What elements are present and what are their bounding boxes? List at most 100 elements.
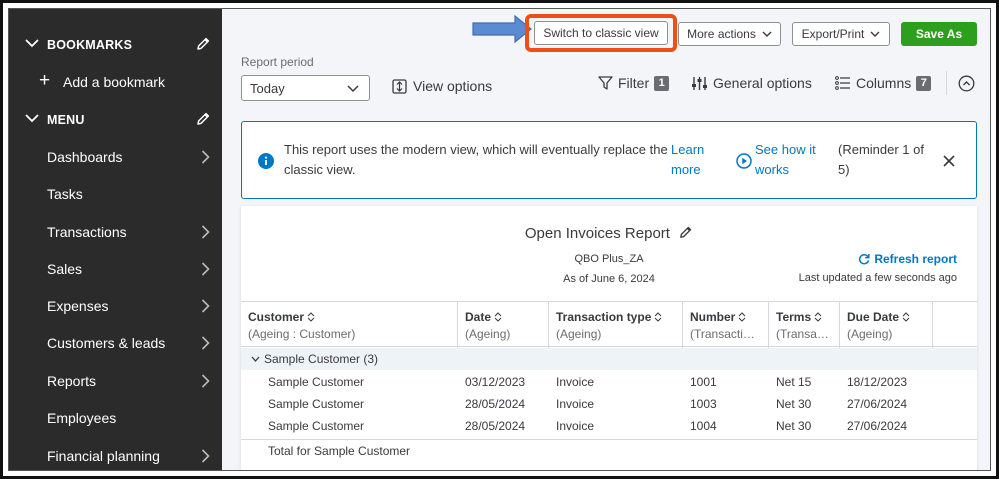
sidebar-item-expenses[interactable]: Expenses — [9, 287, 222, 324]
filter-funnel-icon — [598, 76, 613, 90]
report-period-label: Report period — [241, 55, 314, 69]
columns-list-icon — [835, 76, 850, 90]
sidebar-item-label: Sales — [47, 260, 83, 277]
chevron-down-icon — [25, 39, 39, 48]
sort-icon — [814, 312, 822, 322]
report-period-select[interactable]: Today — [241, 75, 370, 101]
chevron-down-icon — [25, 114, 39, 123]
chevron-right-icon — [201, 299, 210, 313]
cell-date: 28/05/2024 — [465, 419, 526, 433]
more-actions-button[interactable]: More actions — [678, 22, 781, 46]
filter-button[interactable]: Filter 1 — [598, 75, 670, 91]
column-title: Terms — [776, 310, 812, 324]
table-row[interactable]: Sample Customer 28/05/2024 Invoice 1004 … — [241, 415, 977, 437]
report-title-row: Open Invoices Report — [241, 225, 977, 242]
sort-icon — [655, 312, 662, 322]
sidebar-item-financial-planning[interactable]: Financial planning — [9, 437, 222, 470]
sidebar-item-label: Tasks — [47, 185, 83, 202]
cell-number: 1003 — [690, 397, 717, 411]
view-options-label: View options — [413, 78, 493, 94]
cell-customer: Sample Customer — [268, 375, 365, 389]
total-label: Total for Sample Customer — [268, 444, 411, 458]
cell-due-date: 27/06/2024 — [847, 419, 908, 433]
cell-terms: Net 15 — [776, 375, 812, 389]
column-subtitle: (Ageing : Customer) — [248, 327, 356, 341]
report-title: Open Invoices Report — [524, 225, 670, 242]
column-subtitle: (Transacti… — [690, 327, 755, 341]
report-period-value: Today — [250, 80, 285, 96]
sidebar-item-label: Financial planning — [47, 447, 160, 464]
edit-title-pencil-icon[interactable] — [678, 225, 693, 240]
cell-terms: Net 30 — [776, 397, 812, 411]
group-row-sample-customer[interactable]: Sample Customer (3) — [241, 348, 977, 370]
sidebar-item-dashboards[interactable]: Dashboards — [9, 138, 222, 175]
sidebar-item-label: Reports — [47, 372, 97, 389]
cell-date: 03/12/2023 — [465, 375, 526, 389]
sidebar-item-reports[interactable]: Reports — [9, 362, 222, 399]
refresh-report-link[interactable]: Refresh report — [858, 252, 957, 266]
table-row[interactable]: Sample Customer 03/12/2023 Invoice 1001 … — [241, 371, 977, 393]
sliders-icon — [692, 76, 707, 90]
export-print-button[interactable]: Export/Print — [792, 22, 890, 46]
learn-more-link[interactable]: Learn more — [671, 140, 721, 180]
play-circle-icon[interactable] — [736, 153, 752, 169]
sort-icon — [902, 312, 910, 322]
edit-menu-pencil-icon[interactable] — [195, 111, 211, 127]
view-options-button[interactable]: View options — [392, 78, 492, 94]
columns-count-badge: 7 — [916, 75, 932, 91]
sidebar-item-label: Transactions — [47, 223, 127, 240]
add-bookmark-link[interactable]: + Add a bookmark — [9, 63, 222, 100]
column-header-customer[interactable]: Customer (Ageing : Customer) — [241, 302, 458, 348]
group-label: Sample Customer (3) — [264, 352, 379, 366]
cell-due-date: 27/06/2024 — [847, 397, 908, 411]
see-how-it-works-link[interactable]: See how it works — [755, 140, 835, 180]
collapse-chevron-up-icon[interactable] — [958, 75, 975, 92]
sidebar-item-label: Customers & leads — [47, 334, 166, 351]
column-title: Number — [690, 310, 736, 324]
general-options-button[interactable]: General options — [691, 75, 812, 91]
column-header-number[interactable]: Number (Transacti… — [683, 302, 769, 348]
edit-bookmarks-pencil-icon[interactable] — [195, 36, 211, 52]
switch-classic-view-button[interactable]: Switch to classic view — [534, 21, 668, 45]
cell-customer: Sample Customer — [268, 419, 365, 433]
save-as-button[interactable]: Save As — [901, 22, 977, 46]
sidebar-item-label: Employees — [47, 409, 117, 426]
info-icon — [258, 153, 274, 169]
chevron-down-icon — [870, 31, 880, 37]
bookmarks-label: BOOKMARKS — [47, 37, 133, 52]
cell-customer: Sample Customer — [268, 397, 365, 411]
column-header-transaction-type[interactable]: Transaction type (Ageing) — [549, 302, 683, 348]
chevron-down-icon — [251, 356, 260, 362]
sidebar-item-transactions[interactable]: Transactions — [9, 213, 222, 250]
menu-header[interactable]: MENU — [9, 101, 222, 138]
chevron-right-icon — [201, 225, 210, 239]
toolbar-divider — [946, 71, 947, 95]
cell-number: 1004 — [690, 419, 717, 433]
sidebar-item-sales[interactable]: Sales — [9, 250, 222, 287]
column-title: Customer — [248, 310, 305, 324]
sidebar-item-label: Expenses — [47, 297, 109, 314]
column-header-due-date[interactable]: Due Date (Ageing) — [840, 302, 933, 348]
sidebar-item-tasks[interactable]: Tasks — [9, 175, 222, 212]
screenshot-frame: BOOKMARKS + Add a bookmark MENU Dashboar… — [0, 0, 999, 479]
export-print-label: Export/Print — [801, 27, 865, 41]
column-header-terms[interactable]: Terms (Transa… — [769, 302, 840, 348]
switch-classic-view-label: Switch to classic view — [543, 26, 659, 40]
sidebar-item-employees[interactable]: Employees — [9, 399, 222, 436]
last-updated-text: Last updated a few seconds ago — [798, 272, 957, 284]
table-row[interactable]: Sample Customer 28/05/2024 Invoice 1003 … — [241, 393, 977, 415]
column-header-date[interactable]: Date (Ageing) — [458, 302, 549, 348]
cell-type: Invoice — [556, 375, 595, 389]
refresh-icon — [859, 253, 870, 265]
chevron-right-icon — [201, 150, 210, 164]
modern-view-info-banner: This report uses the modern view, which … — [241, 121, 977, 199]
bookmarks-header[interactable]: BOOKMARKS — [9, 26, 222, 63]
close-icon[interactable] — [942, 154, 956, 168]
columns-button[interactable]: Columns 7 — [835, 75, 932, 91]
column-subtitle: (Ageing) — [847, 327, 893, 341]
sidebar-item-customers-leads[interactable]: Customers & leads — [9, 324, 222, 361]
more-actions-label: More actions — [687, 27, 756, 41]
filter-label: Filter — [618, 75, 650, 91]
general-options-label: General options — [713, 75, 812, 91]
columns-label: Columns — [856, 75, 912, 91]
